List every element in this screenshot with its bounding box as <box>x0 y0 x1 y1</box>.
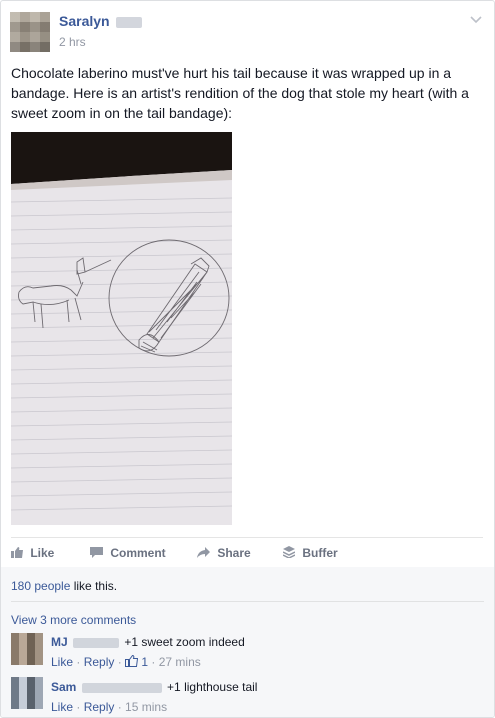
chevron-down-icon[interactable] <box>470 13 482 27</box>
thumbs-up-icon <box>125 654 139 667</box>
comment-label: Comment <box>110 546 166 560</box>
comment-bubble-icon <box>90 546 106 560</box>
comment-avatar[interactable] <box>11 633 43 665</box>
comment-text: +1 lighthouse tail <box>167 680 258 694</box>
comment-body: Sam +1 lighthouse tail <box>51 680 257 694</box>
buffer-stack-icon <box>282 546 298 560</box>
comment-like-link[interactable]: Like <box>51 655 73 669</box>
share-label: Share <box>217 546 251 560</box>
view-more-comments-link[interactable]: View 3 more comments <box>11 613 136 627</box>
like-label: Like <box>30 546 55 560</box>
likes-summary: 180 people like this. <box>11 579 117 593</box>
comment-button[interactable]: Comment <box>90 546 166 560</box>
comment-like-link[interactable]: Like <box>51 700 73 714</box>
dog-drawing-image <box>11 132 232 525</box>
comment-author-name[interactable]: MJ <box>51 635 68 649</box>
buffer-button[interactable]: Buffer <box>282 546 338 560</box>
comment-avatar[interactable] <box>11 677 43 709</box>
comment-time[interactable]: 27 mins <box>159 655 201 669</box>
likes-suffix: like this. <box>70 579 118 593</box>
author-name[interactable]: Saralyn <box>59 13 110 29</box>
post-text: Chocolate laberino must've hurt his tail… <box>11 65 469 121</box>
comment-meta: Like · Reply · 15 mins <box>51 700 168 714</box>
comment-reply-link[interactable]: Reply <box>84 655 115 669</box>
comment-text: +1 sweet zoom indeed <box>124 635 245 649</box>
redacted-surname <box>73 637 120 648</box>
comment-meta: Like · Reply · 1 · 27 mins <box>51 654 201 669</box>
comment-reply-link[interactable]: Reply <box>84 700 115 714</box>
comment-author-name[interactable]: Sam <box>51 680 76 694</box>
redacted-surname <box>116 16 143 28</box>
comment-likes[interactable]: 1 <box>125 654 149 669</box>
comment-like-count: 1 <box>141 655 149 669</box>
likes-count-link[interactable]: 180 people <box>11 579 70 593</box>
redacted-surname <box>81 682 162 693</box>
author-avatar[interactable] <box>10 12 50 52</box>
feedback-section: 180 people like this. View 3 more commen… <box>1 567 494 717</box>
post-card: Saralyn 2 hrs Chocolate laberino must've… <box>0 0 495 718</box>
post-timestamp[interactable]: 2 hrs <box>59 35 86 49</box>
post-action-bar: Like Comment Share Buffer <box>11 537 483 568</box>
like-button[interactable]: Like <box>11 546 54 560</box>
share-button[interactable]: Share <box>197 546 251 560</box>
divider <box>11 601 484 602</box>
comment-time[interactable]: 15 mins <box>125 700 167 714</box>
comment-body: MJ +1 sweet zoom indeed <box>51 635 245 649</box>
post-photo[interactable] <box>11 132 232 525</box>
thumbs-up-icon <box>11 546 26 560</box>
share-arrow-icon <box>197 546 213 560</box>
buffer-label: Buffer <box>302 546 338 560</box>
